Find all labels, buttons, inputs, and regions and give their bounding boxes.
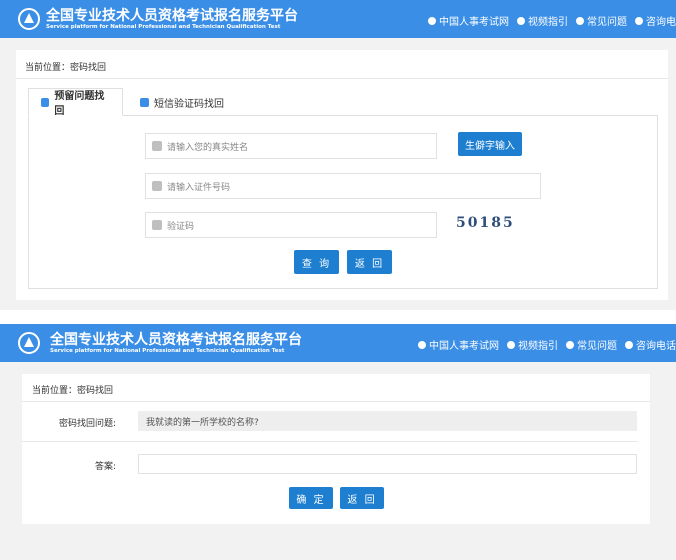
security-question-field: 我就读的第一所学校的名称? [138,411,637,431]
answer-input[interactable] [138,454,637,474]
top-nav: 中国人事考试网 视频指引 常见问题 咨询电话 [428,13,676,28]
breadcrumb: 当前位置：密码找回 [32,386,114,396]
row-divider [22,441,638,442]
play-icon [507,340,515,349]
site-subtitle: Service platform for National Profession… [46,24,281,30]
top-header: 全国专业技术人员资格考试报名服务平台 Service platform for … [0,0,676,38]
id-card-icon [152,181,162,191]
tab-security-question[interactable]: 预留问题找回 [28,88,123,117]
top-header-2: 全国专业技术人员资格考试报名服务平台 Service platform for … [0,324,676,362]
separator [0,310,676,324]
nav-item-home[interactable]: 中国人事考试网 [418,337,499,352]
site-title: 全国专业技术人员资格考试报名服务平台 [46,8,298,24]
top-nav: 中国人事考试网 视频指引 常见问题 咨询电话 [418,337,676,352]
question-icon [566,340,574,349]
logo-icon [18,332,40,354]
nav-item-phone[interactable]: 咨询电话 [635,13,676,28]
tab-sms-verification[interactable]: 短信验证码找回 [128,88,238,116]
captcha-image[interactable]: 50185 [456,215,515,231]
rare-char-button[interactable]: 生僻字输入 [458,132,522,156]
query-button[interactable]: 查 询 [294,250,339,274]
divider [22,401,650,402]
play-icon [517,16,525,25]
shield-icon [152,220,162,230]
nav-item-faq[interactable]: 常见问题 [566,337,617,352]
back-button[interactable]: 返 回 [340,487,384,509]
user-icon [152,141,162,151]
nav-item-phone[interactable]: 咨询电话 [625,337,676,352]
breadcrumb: 当前位置：密码找回 [25,63,107,73]
back-button[interactable]: 返 回 [347,250,392,274]
question-icon [576,16,584,25]
confirm-button[interactable]: 确 定 [289,487,333,509]
phone-icon [625,340,633,349]
nav-item-video[interactable]: 视频指引 [517,13,568,28]
home-icon [418,340,426,349]
phone-icon [140,97,149,107]
question-label: 密码找回问题: [58,419,116,429]
nav-item-video[interactable]: 视频指引 [507,337,558,352]
edit-icon [41,97,50,107]
phone-icon [635,16,643,25]
answer-label: 答案: [94,462,116,472]
logo-icon [18,8,40,30]
divider [16,78,668,79]
name-input[interactable]: 请输入您的真实姓名 [145,133,437,159]
nav-item-faq[interactable]: 常见问题 [576,13,627,28]
site-title: 全国专业技术人员资格考试报名服务平台 [50,332,302,348]
content-card-2 [22,374,650,524]
home-icon [428,16,436,25]
site-subtitle: Service platform for National Profession… [50,348,285,354]
id-number-input[interactable]: 请输入证件号码 [145,173,541,199]
captcha-input[interactable]: 验证码 [145,212,437,238]
nav-item-home[interactable]: 中国人事考试网 [428,13,509,28]
